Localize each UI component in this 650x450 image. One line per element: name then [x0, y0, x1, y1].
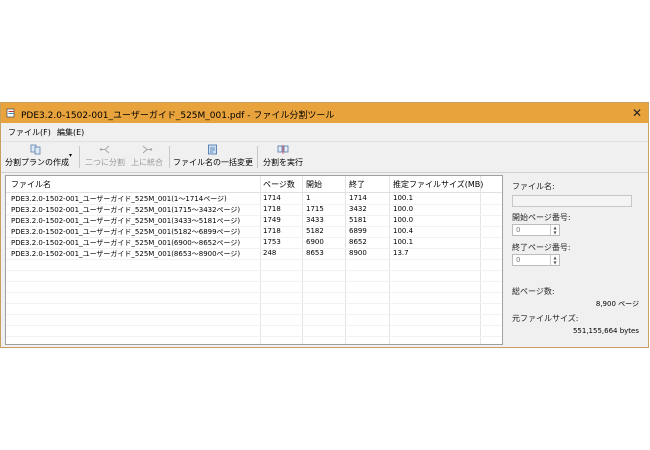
cell-end: 8652 — [349, 238, 367, 246]
table-header: ファイル名 ページ数 開始 終了 推定ファイルサイズ(MB) — [6, 176, 502, 193]
spinner-arrows-icon[interactable]: ▲ ▼ — [550, 255, 559, 265]
cell-end: 6899 — [349, 227, 367, 235]
cell-end: 5181 — [349, 216, 367, 224]
merge-up-button[interactable]: 上に統合 — [129, 144, 165, 170]
end-page-value: 0 — [516, 256, 521, 264]
source-size-label: 元ファイルサイズ: — [512, 314, 579, 323]
cell-size: 100.1 — [393, 238, 414, 246]
split-two-icon — [99, 145, 110, 154]
merge-up-icon — [142, 145, 153, 154]
app-window: PDE3.2.0-1502-001_ユーザーガイド_525M_001.pdf -… — [0, 102, 649, 348]
cell-filename: PDE3.2.0-1502-001_ユーザーガイド_525M_001(6900～… — [11, 239, 241, 247]
cell-pages: 1718 — [263, 227, 281, 235]
title-bar[interactable]: PDE3.2.0-1502-001_ユーザーガイド_525M_001.pdf -… — [1, 103, 648, 123]
run-split-button[interactable]: 分割を実行 — [261, 144, 305, 170]
app-icon — [6, 108, 15, 118]
header-size[interactable]: 推定ファイルサイズ(MB) — [393, 179, 483, 190]
close-icon[interactable]: ✕ — [632, 106, 642, 120]
start-page-label: 開始ページ番号: — [512, 213, 571, 222]
end-page-stepper[interactable]: 0 ▲ ▼ — [512, 254, 560, 266]
split-plan-label: 分割プランの作成 — [5, 158, 69, 167]
cell-filename: PDE3.2.0-1502-001_ユーザーガイド_525M_001(8653～… — [11, 250, 241, 258]
split-two-button[interactable]: 二つに分割 — [83, 144, 127, 170]
cell-size: 100.0 — [393, 205, 414, 213]
toolbar-separator — [79, 146, 80, 168]
cell-pages: 1749 — [263, 216, 281, 224]
start-page-stepper[interactable]: 0 ▲ ▼ — [512, 224, 560, 236]
run-split-icon — [277, 145, 289, 154]
header-end[interactable]: 終了 — [349, 179, 365, 190]
cell-filename: PDE3.2.0-1502-001_ユーザーガイド_525M_001(3433～… — [11, 217, 241, 225]
end-page-label: 終了ページ番号: — [512, 243, 571, 252]
menu-bar: ファイル(F) 編集(E) — [1, 123, 648, 142]
cell-size: 100.4 — [393, 227, 414, 235]
rename-icon — [208, 144, 217, 155]
cell-start: 5182 — [306, 227, 324, 235]
toolbar-separator — [257, 146, 258, 168]
split-plan-button[interactable]: 分割プランの作成 — [5, 144, 69, 170]
total-pages-value: 8,900 ページ — [595, 300, 639, 308]
cell-start: 3433 — [306, 216, 324, 224]
cell-filename: PDE3.2.0-1502-001_ユーザーガイド_525M_001(1～171… — [11, 195, 227, 203]
cell-pages: 1753 — [263, 238, 281, 246]
cell-filename: PDE3.2.0-1502-001_ユーザーガイド_525M_001(1715～… — [11, 206, 241, 214]
cell-size: 100.0 — [393, 216, 414, 224]
header-pages[interactable]: ページ数 — [263, 179, 295, 190]
split-two-label: 二つに分割 — [85, 158, 125, 167]
filename-field[interactable] — [512, 195, 632, 207]
toolbar-separator — [169, 146, 170, 168]
cell-end: 3432 — [349, 205, 367, 213]
header-filename[interactable]: ファイル名 — [11, 179, 51, 190]
split-plan-icon — [30, 144, 41, 155]
run-split-label: 分割を実行 — [263, 158, 303, 167]
source-size-value: 551,155,664 bytes — [572, 327, 639, 335]
cell-pages: 1714 — [263, 194, 281, 202]
start-page-value: 0 — [516, 226, 521, 234]
total-pages-label: 総ページ数: — [512, 287, 555, 296]
spinner-arrows-icon[interactable]: ▲ ▼ — [550, 225, 559, 235]
merge-up-label: 上に統合 — [131, 158, 163, 167]
cell-start: 6900 — [306, 238, 324, 246]
cell-end: 1714 — [349, 194, 367, 202]
rename-all-label: ファイル名の一括変更 — [173, 158, 253, 167]
cell-pages: 1718 — [263, 205, 281, 213]
window-title: PDE3.2.0-1502-001_ユーザーガイド_525M_001.pdf -… — [21, 111, 335, 121]
cell-end: 8900 — [349, 249, 367, 257]
menu-file[interactable]: ファイル(F) — [8, 127, 51, 138]
table-row — [6, 336, 502, 344]
cell-size: 100.1 — [393, 194, 414, 202]
cell-start: 8653 — [306, 249, 324, 257]
filename-label: ファイル名: — [512, 182, 555, 191]
cell-start: 1715 — [306, 205, 324, 213]
menu-edit[interactable]: 編集(E) — [57, 127, 84, 138]
cell-filename: PDE3.2.0-1502-001_ユーザーガイド_525M_001(5182～… — [11, 228, 241, 236]
cell-size: 13.7 — [393, 249, 409, 257]
detail-panel: ファイル名: 開始ページ番号: 0 ▲ ▼ 終了ページ番号: 0 ▲ ▼ 総ページ数… — [509, 175, 647, 345]
cell-pages: 248 — [263, 249, 277, 257]
cell-start: 1 — [306, 194, 311, 202]
split-list[interactable]: ファイル名 ページ数 開始 終了 推定ファイルサイズ(MB) PDE3.2.0-… — [5, 175, 503, 345]
rename-all-button[interactable]: ファイル名の一括変更 — [173, 144, 253, 170]
split-plan-dropdown-icon[interactable]: ▾ — [69, 152, 72, 159]
toolbar: 分割プランの作成 ▾ 二つに分割 上に統合 ファイル名の一括変更 分割を実行 — [1, 142, 648, 173]
header-start[interactable]: 開始 — [306, 179, 322, 190]
